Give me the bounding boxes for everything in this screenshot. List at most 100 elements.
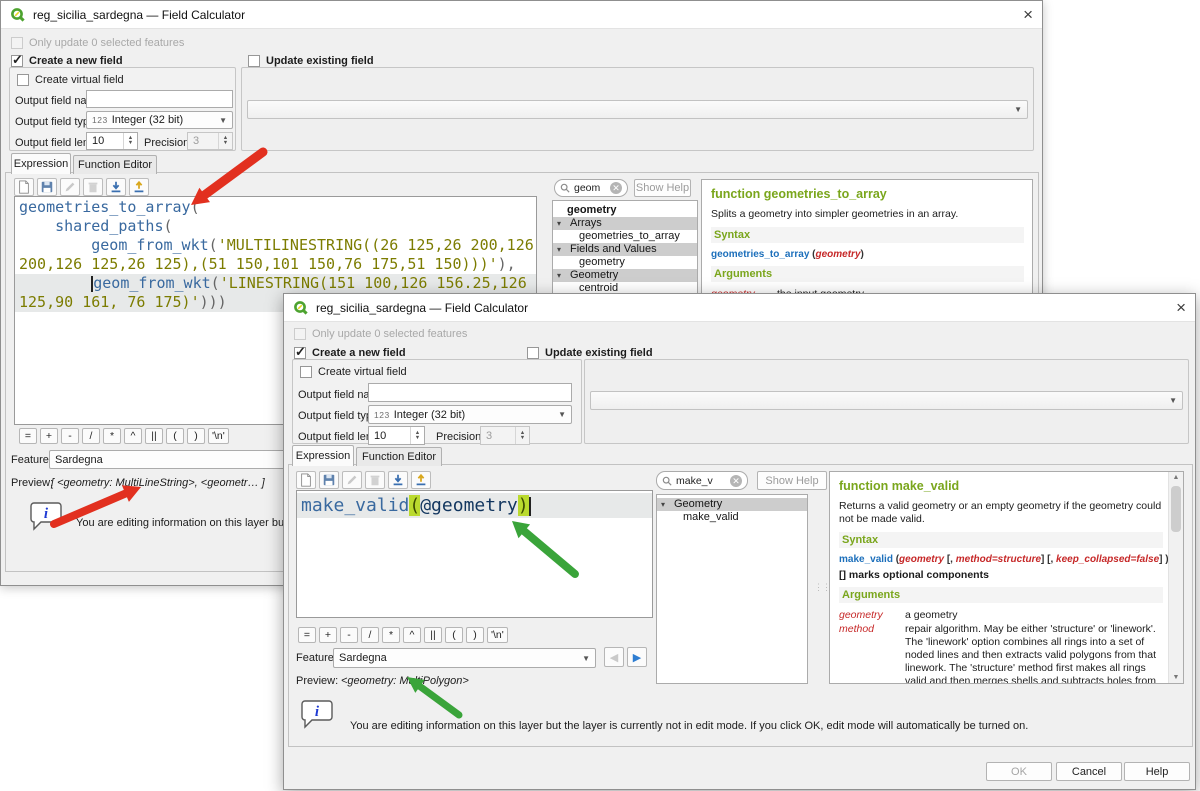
create-new-field-label: Create a new field xyxy=(29,55,123,67)
code-line: geometries_to_array( xyxy=(15,198,536,217)
title-bar[interactable]: reg_sicilia_sardegna — Field Calculator … xyxy=(1,1,1042,29)
code-line: make_valid(@geometry) xyxy=(297,493,652,518)
precision-value: 3 xyxy=(193,135,199,147)
spinner-arrows-icon[interactable]: ▲▼ xyxy=(123,133,137,149)
output-field-length-spinner[interactable]: 10 ▲▼ xyxy=(368,426,425,445)
checkbox-icon[interactable] xyxy=(11,37,23,49)
length-value: 10 xyxy=(374,430,386,442)
create-virtual-field-label: Create virtual field xyxy=(35,74,124,86)
only-update-checkbox[interactable]: Only update 0 selected features xyxy=(294,328,467,340)
update-existing-field-checkbox[interactable]: Update existing field xyxy=(248,55,374,67)
code-segment: ( xyxy=(191,198,200,216)
ok-label: OK xyxy=(1011,766,1027,778)
tab-label: Function Editor xyxy=(362,451,436,463)
precision-label: Precision xyxy=(436,431,481,443)
checkbox-icon[interactable] xyxy=(248,55,260,67)
checkbox-icon[interactable] xyxy=(11,55,23,67)
title-bar[interactable]: reg_sicilia_sardegna — Field Calculator … xyxy=(284,294,1195,322)
code-segment: 'MULTILINESTRING((26 125,26 200,126 xyxy=(218,236,534,254)
create-new-field-label: Create a new field xyxy=(312,347,406,359)
checkbox-icon[interactable] xyxy=(294,347,306,359)
precision-spinner[interactable]: 3 ▲▼ xyxy=(480,426,530,445)
code-segment: geom_from_wkt xyxy=(91,236,208,254)
tab-label: Expression xyxy=(296,450,350,462)
chevron-down-icon: ▼ xyxy=(558,410,566,419)
chevron-down-icon: ▼ xyxy=(219,116,227,125)
precision-spinner[interactable]: 3 ▲▼ xyxy=(187,132,233,150)
code-segment: @geometry xyxy=(420,495,518,516)
tab-function-editor[interactable]: Function Editor xyxy=(356,447,442,466)
text-cursor xyxy=(529,497,531,516)
output-field-type-label: Output field type xyxy=(15,116,95,128)
tab-expression[interactable]: Expression xyxy=(292,445,354,466)
output-field-type-combo[interactable]: 123 Integer (32 bit) ▼ xyxy=(86,111,233,129)
field-type-123-icon: 123 xyxy=(374,410,390,420)
output-field-name-input[interactable] xyxy=(368,383,572,402)
tab-label: Expression xyxy=(14,158,68,170)
chevron-down-icon: ▼ xyxy=(1169,396,1177,405)
precision-value: 3 xyxy=(486,430,492,442)
existing-field-combo[interactable]: ▼ xyxy=(590,391,1183,410)
code-segment: geometries_to_array xyxy=(19,198,191,216)
output-field-length-spinner[interactable]: 10 ▲▼ xyxy=(86,132,138,150)
ok-button[interactable]: OK xyxy=(986,762,1052,781)
qgis-logo-icon xyxy=(10,7,26,23)
create-virtual-field-checkbox[interactable]: Create virtual field xyxy=(17,74,124,86)
checkbox-icon[interactable] xyxy=(527,347,539,359)
existing-field-combo[interactable]: ▼ xyxy=(247,100,1028,119)
output-field-type-combo[interactable]: 123 Integer (32 bit) ▼ xyxy=(368,405,572,424)
only-update-label: Only update 0 selected features xyxy=(312,328,467,340)
close-icon[interactable]: × xyxy=(1023,7,1033,23)
precision-label: Precision xyxy=(144,137,189,149)
checkbox-icon[interactable] xyxy=(17,74,29,86)
create-new-field-checkbox[interactable]: Create a new field xyxy=(11,55,123,67)
spinner-arrows-icon[interactable]: ▲▼ xyxy=(218,133,232,149)
checkbox-icon[interactable] xyxy=(294,328,306,340)
code-segment: make_valid xyxy=(301,495,409,516)
field-type-value: Integer (32 bit) xyxy=(394,409,466,421)
code-segment: 200,126 125,26 125),(51 150,101 150,76 1… xyxy=(19,255,498,273)
code-segment: ( xyxy=(409,495,420,516)
code-segment: ( xyxy=(164,217,173,235)
tab-expression[interactable]: Expression xyxy=(11,153,71,174)
code-line: geom_from_wkt('MULTILINESTRING((26 125,2… xyxy=(15,236,536,255)
code-segment xyxy=(19,274,91,292)
code-segment: ( xyxy=(211,274,220,292)
tab-label: Function Editor xyxy=(78,159,152,171)
window-title: reg_sicilia_sardegna — Field Calculator xyxy=(33,8,245,22)
checkbox-icon[interactable] xyxy=(300,366,312,378)
cancel-label: Cancel xyxy=(1072,766,1106,778)
help-label: Help xyxy=(1146,766,1169,778)
qgis-logo-icon xyxy=(293,300,309,316)
code-segment: ) xyxy=(518,495,529,516)
code-segment: 125,90 161, 76 175)' xyxy=(19,293,200,311)
help-button[interactable]: Help xyxy=(1124,762,1190,781)
code-line: geom_from_wkt('LINESTRING(151 100,126 15… xyxy=(15,274,536,293)
tab-function-editor[interactable]: Function Editor xyxy=(73,155,157,174)
output-field-type-label: Output field type xyxy=(298,410,378,422)
field-type-123-icon: 123 xyxy=(92,115,108,125)
update-existing-field-checkbox[interactable]: Update existing field xyxy=(527,347,653,359)
chevron-down-icon: ▼ xyxy=(1014,105,1022,114)
expression-editor[interactable]: make_valid(@geometry) xyxy=(296,490,653,618)
length-value: 10 xyxy=(92,135,104,147)
code-segment: ( xyxy=(209,236,218,254)
create-virtual-field-checkbox[interactable]: Create virtual field xyxy=(300,366,407,378)
output-field-name-input[interactable] xyxy=(86,90,233,108)
only-update-checkbox[interactable]: Only update 0 selected features xyxy=(11,37,184,49)
code-segment xyxy=(19,236,91,254)
code-segment: geom_from_wkt xyxy=(93,274,210,292)
code-segment: 'LINESTRING(151 100,126 156.25,126 xyxy=(220,274,527,292)
update-existing-field-label: Update existing field xyxy=(266,55,374,67)
spinner-arrows-icon[interactable]: ▲▼ xyxy=(410,427,424,444)
cancel-button[interactable]: Cancel xyxy=(1056,762,1122,781)
code-line: shared_paths( xyxy=(15,217,536,236)
code-line: 200,126 125,26 125),(51 150,101 150,76 1… xyxy=(15,255,536,274)
close-icon[interactable]: × xyxy=(1176,300,1186,316)
field-type-value: Integer (32 bit) xyxy=(112,114,184,126)
code-segment: ))) xyxy=(200,293,227,311)
create-new-field-checkbox[interactable]: Create a new field xyxy=(294,347,406,359)
spinner-arrows-icon[interactable]: ▲▼ xyxy=(515,427,529,444)
code-segment: ), xyxy=(498,255,516,273)
field-calculator-dialog-front: reg_sicilia_sardegna — Field Calculator … xyxy=(283,293,1196,790)
